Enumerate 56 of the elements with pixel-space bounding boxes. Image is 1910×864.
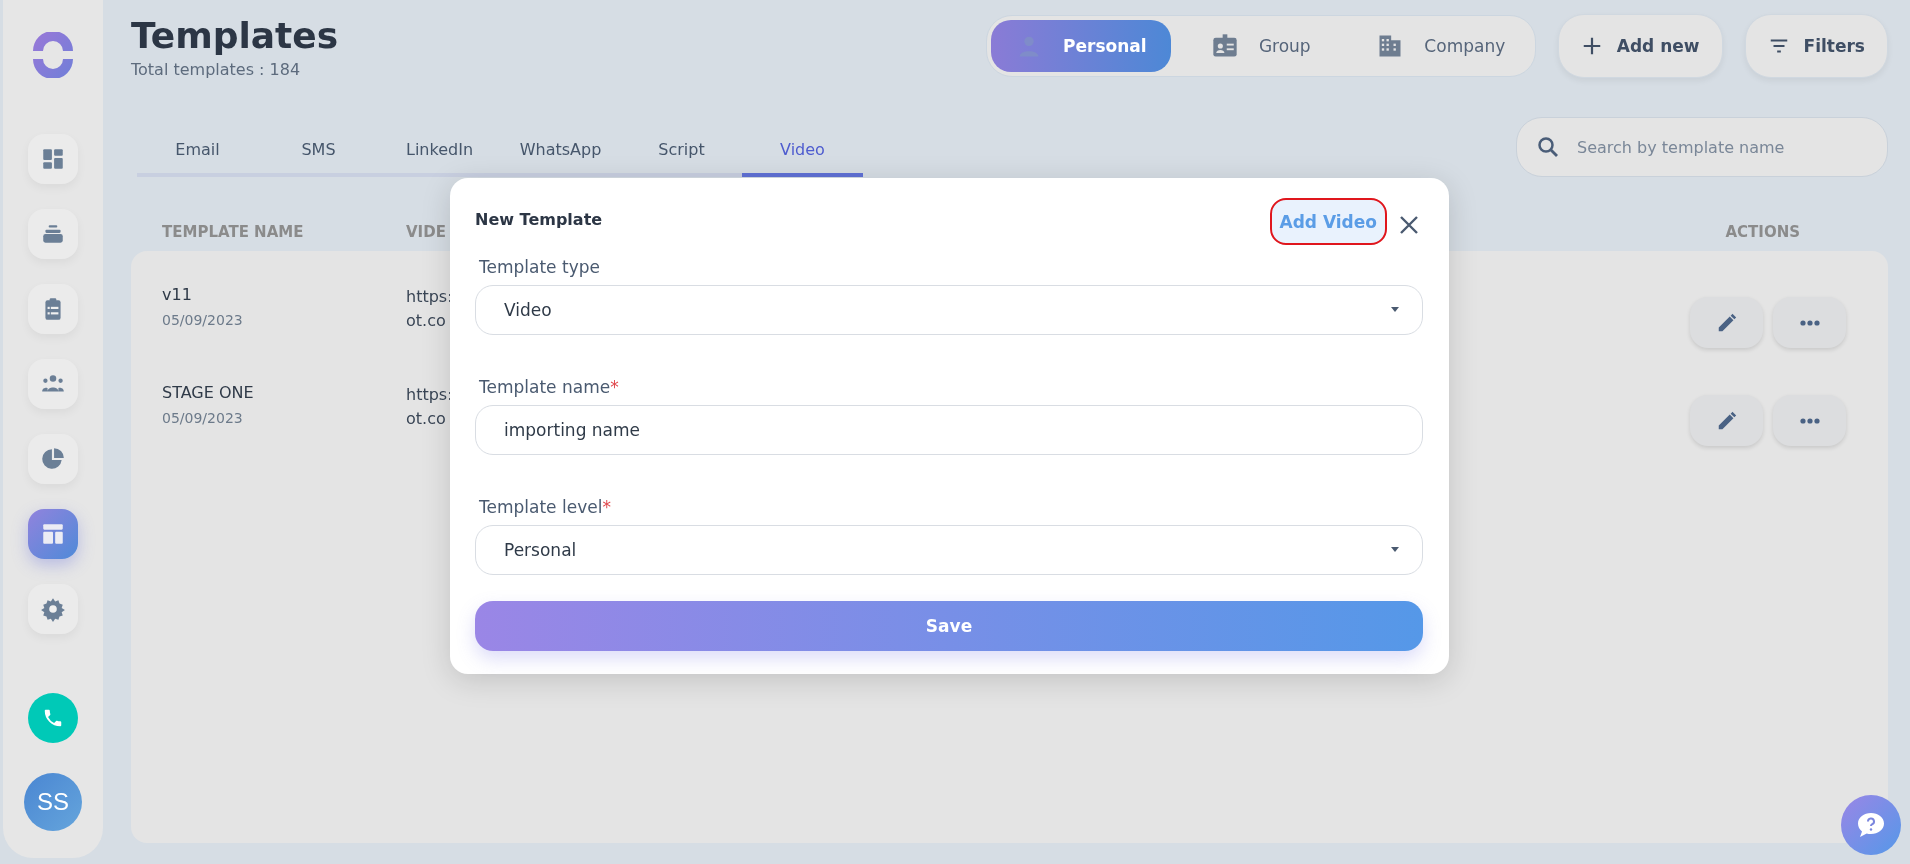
column-header: TEMPLATE NAME <box>162 223 305 241</box>
search-field[interactable]: Search by template name <box>1516 117 1888 177</box>
search-icon <box>1536 135 1560 159</box>
dialog-title: New Template <box>475 210 604 229</box>
column-header: VIDE <box>406 223 446 241</box>
video-url: https: ot.co <box>406 384 453 430</box>
logo-icon <box>30 32 76 78</box>
page-title: Templates <box>131 14 340 58</box>
more-icon <box>1798 416 1821 425</box>
video-url: https: ot.co <box>406 286 453 332</box>
badge-icon <box>1210 32 1239 60</box>
dashboard-nav-button[interactable] <box>28 134 78 184</box>
gear-icon <box>40 596 66 622</box>
dropdown-caret-icon <box>1390 307 1400 313</box>
channel-tab[interactable]: LinkedIn <box>379 125 500 177</box>
stack-nav-button[interactable] <box>28 209 78 259</box>
channel-tab[interactable]: Script <box>621 125 742 177</box>
layout-icon <box>40 521 66 547</box>
dropdown-caret-icon <box>1390 547 1400 553</box>
pie-nav-button[interactable] <box>28 434 78 484</box>
close-icon <box>1399 214 1419 235</box>
filters-button[interactable]: Filters <box>1744 14 1888 78</box>
help-bubble-icon <box>1856 811 1886 839</box>
more-icon <box>1798 318 1821 327</box>
edit-button[interactable] <box>1690 395 1763 446</box>
template-date: 05/09/2023 <box>162 312 244 328</box>
channel-tab[interactable]: WhatsApp <box>500 125 621 177</box>
layout-nav-button[interactable] <box>28 509 78 559</box>
dropdown-field[interactable]: Personal <box>475 525 1423 575</box>
input-field[interactable]: importing name <box>475 405 1423 455</box>
field-label: Template type <box>479 257 601 277</box>
level-tab[interactable]: Group <box>1170 20 1351 72</box>
level-tab[interactable]: Company <box>1350 20 1531 72</box>
clipboard-nav-button[interactable] <box>28 284 78 334</box>
field-label: Template name* <box>479 377 620 397</box>
phone-button[interactable] <box>28 693 78 743</box>
phone-icon <box>42 707 64 729</box>
help-chat-button[interactable] <box>1841 795 1901 855</box>
gear-nav-button[interactable] <box>28 584 78 634</box>
channel-tab[interactable]: SMS <box>258 125 379 177</box>
people-nav-button[interactable] <box>28 359 78 409</box>
user-avatar[interactable]: SS <box>24 773 82 831</box>
edit-button[interactable] <box>1690 297 1763 348</box>
save-button[interactable]: Save <box>475 601 1423 651</box>
pie-icon <box>40 446 66 472</box>
add-new-button[interactable]: Add new <box>1557 14 1723 78</box>
template-name: v11 <box>162 285 193 304</box>
template-name: STAGE ONE <box>162 383 255 402</box>
dashboard-icon <box>40 146 66 172</box>
column-header: ACTIONS <box>1725 223 1800 241</box>
channel-tab[interactable]: Email <box>137 125 258 177</box>
field-label: Template level* <box>479 497 612 517</box>
dropdown-field[interactable]: Video <box>475 285 1423 335</box>
template-date: 05/09/2023 <box>162 410 244 426</box>
level-tab[interactable]: Personal <box>990 20 1171 72</box>
templates-count: Total templates : 184 <box>131 60 302 79</box>
